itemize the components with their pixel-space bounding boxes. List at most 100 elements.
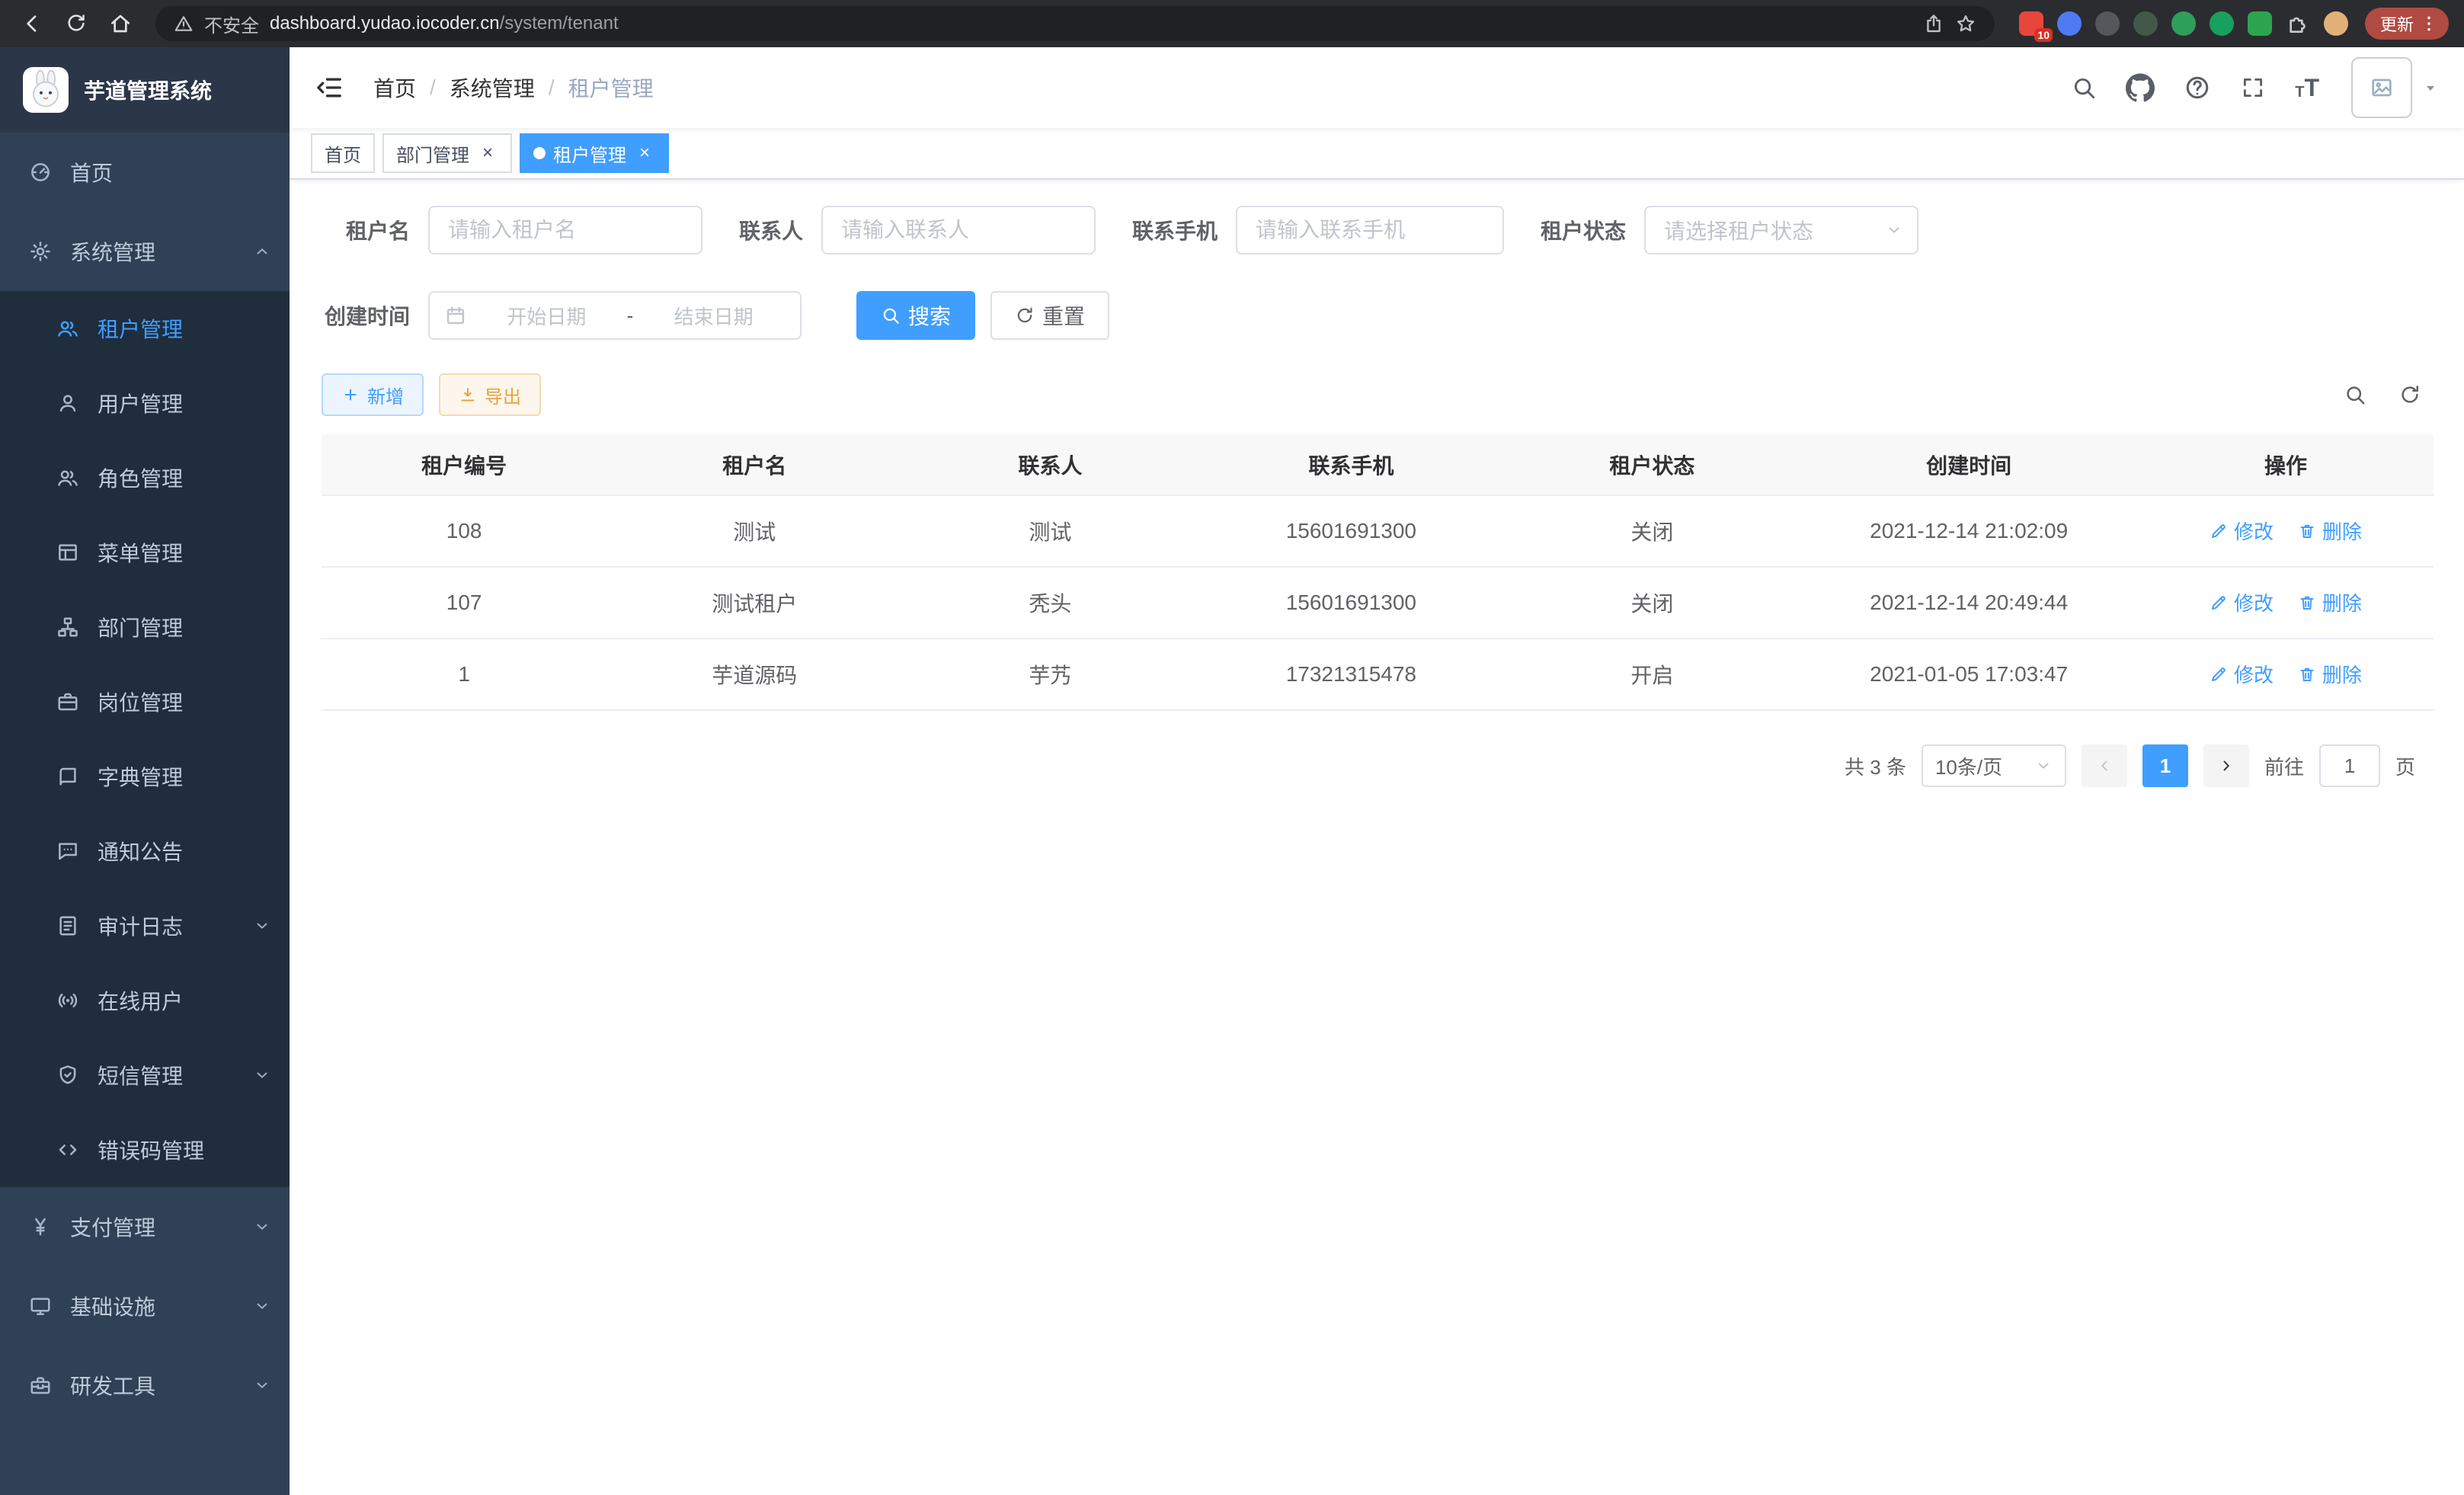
page-unit-label: 页 bbox=[2395, 752, 2415, 780]
github-icon[interactable] bbox=[2126, 73, 2155, 102]
logo-rabbit-image bbox=[23, 67, 69, 113]
next-page-button[interactable] bbox=[2203, 744, 2249, 787]
close-icon[interactable]: × bbox=[477, 142, 498, 164]
sidebar-item-departments[interactable]: 部门管理 bbox=[0, 590, 290, 664]
sidebar-item-system[interactable]: 系统管理 bbox=[0, 212, 290, 291]
delete-button[interactable]: 删除 bbox=[2298, 517, 2362, 545]
sidebar-item-roles[interactable]: 角色管理 bbox=[0, 440, 290, 515]
search-toggle-icon[interactable] bbox=[2344, 383, 2366, 406]
sidebar-item-payment[interactable]: 支付管理 bbox=[0, 1187, 290, 1266]
prev-page-button[interactable] bbox=[2082, 744, 2127, 787]
chevron-down-icon bbox=[253, 1297, 271, 1315]
sidebar-toggle-icon[interactable] bbox=[314, 72, 344, 103]
export-button[interactable]: 导出 bbox=[439, 373, 541, 416]
table-header-row: 租户编号 租户名 联系人 联系手机 租户状态 创建时间 操作 bbox=[322, 434, 2434, 495]
tab-label: 首页 bbox=[325, 140, 361, 167]
browser-home-button[interactable] bbox=[104, 7, 137, 40]
delete-button[interactable]: 删除 bbox=[2298, 588, 2362, 616]
reset-button[interactable]: 重置 bbox=[990, 291, 1109, 340]
browser-menu-icon[interactable] bbox=[2418, 13, 2440, 34]
date-range-picker[interactable]: 开始日期 - 结束日期 bbox=[428, 291, 802, 340]
browser-reload-button[interactable] bbox=[59, 7, 93, 40]
refresh-icon bbox=[1015, 306, 1035, 325]
gear-icon bbox=[29, 240, 52, 263]
edit-button[interactable]: 修改 bbox=[2210, 517, 2274, 545]
browser-update-button[interactable]: 更新 bbox=[2365, 8, 2449, 40]
filter-form-row-1: 租户名 联系人 联系手机 租户状态 请选择租户状态 bbox=[322, 206, 2434, 255]
refresh-table-icon[interactable] bbox=[2398, 383, 2421, 406]
edit-button[interactable]: 修改 bbox=[2210, 588, 2274, 616]
not-secure-warning-icon bbox=[174, 14, 194, 34]
sidebar-item-online-users[interactable]: 在线用户 bbox=[0, 963, 290, 1038]
edit-icon bbox=[2210, 594, 2228, 612]
sidebar-item-home[interactable]: 首页 bbox=[0, 133, 290, 212]
devtool-icon bbox=[29, 1374, 52, 1397]
user-menu[interactable] bbox=[2351, 57, 2440, 118]
dict-icon bbox=[56, 765, 79, 788]
dashboard-icon bbox=[29, 161, 52, 184]
tab-department[interactable]: 部门管理 × bbox=[382, 133, 512, 173]
fullscreen-icon[interactable] bbox=[2240, 75, 2266, 101]
sidebar-item-audit-log[interactable]: 审计日志 bbox=[0, 888, 290, 963]
phone-input[interactable] bbox=[1236, 206, 1504, 255]
contact-input[interactable] bbox=[821, 206, 1096, 255]
extension-icon-1[interactable]: 10 bbox=[2019, 11, 2043, 36]
extension-icon-5[interactable] bbox=[2171, 11, 2196, 36]
sidebar-item-menus[interactable]: 菜单管理 bbox=[0, 515, 290, 590]
goto-page-input[interactable] bbox=[2319, 744, 2380, 787]
errorcode-icon bbox=[56, 1138, 79, 1161]
sidebar-item-devtools[interactable]: 研发工具 bbox=[0, 1346, 290, 1425]
sidebar-item-tenant[interactable]: 租户管理 bbox=[0, 291, 290, 366]
sidebar-item-dict[interactable]: 字典管理 bbox=[0, 739, 290, 814]
search-icon[interactable] bbox=[2071, 75, 2097, 101]
page-size-select[interactable]: 10条/页 bbox=[1922, 744, 2066, 787]
tenant-name-input[interactable] bbox=[428, 206, 702, 255]
pay-icon bbox=[29, 1215, 52, 1238]
tab-label: 租户管理 bbox=[553, 140, 626, 167]
table-row: 108 测试 测试 15601691300 关闭 2021-12-14 21:0… bbox=[322, 495, 2434, 567]
breadcrumb-system[interactable]: 系统管理 bbox=[450, 72, 535, 103]
address-bar[interactable]: 不安全 dashboard.yudao.iocoder.cn/system/te… bbox=[155, 6, 1995, 41]
breadcrumb-home[interactable]: 首页 bbox=[373, 72, 416, 103]
caret-down-icon[interactable] bbox=[2421, 78, 2440, 97]
sidebar-item-users[interactable]: 用户管理 bbox=[0, 366, 290, 440]
browser-profile-avatar[interactable] bbox=[2324, 11, 2348, 36]
browser-back-button[interactable] bbox=[15, 7, 49, 40]
extension-icon-3[interactable] bbox=[2095, 11, 2120, 36]
tab-home[interactable]: 首页 bbox=[311, 133, 375, 173]
share-icon[interactable] bbox=[1923, 13, 1944, 34]
close-icon[interactable]: × bbox=[634, 142, 655, 164]
trash-icon bbox=[2298, 594, 2316, 612]
breadcrumb-separator: / bbox=[549, 75, 555, 100]
update-label: 更新 bbox=[2380, 11, 2414, 36]
chevron-down-icon bbox=[2034, 757, 2053, 775]
extension-icon-4[interactable] bbox=[2133, 11, 2158, 36]
sidebar-item-error-code[interactable]: 错误码管理 bbox=[0, 1112, 290, 1187]
search-button[interactable]: 搜索 bbox=[856, 291, 975, 340]
breadcrumb-separator: / bbox=[430, 75, 436, 100]
font-size-icon[interactable]: TT bbox=[2295, 75, 2319, 100]
extension-icon-6[interactable] bbox=[2210, 11, 2234, 36]
sidebar-item-infra[interactable]: 基础设施 bbox=[0, 1266, 290, 1346]
pagination-total: 共 3 条 bbox=[1845, 752, 1906, 780]
sidebar-item-posts[interactable]: 岗位管理 bbox=[0, 664, 290, 739]
sidebar: 芋道管理系统 首页 系统管理 租户管理 bbox=[0, 47, 290, 1495]
column-header-created: 创建时间 bbox=[1800, 434, 2138, 495]
sidebar-item-sms[interactable]: 短信管理 bbox=[0, 1038, 290, 1112]
plus-icon bbox=[341, 386, 360, 404]
tab-tenant[interactable]: 租户管理 × bbox=[520, 133, 669, 173]
extensions-puzzle-icon[interactable] bbox=[2286, 11, 2310, 36]
status-select[interactable]: 请选择租户状态 bbox=[1644, 206, 1918, 255]
extension-icon-7[interactable] bbox=[2248, 11, 2272, 36]
edit-button[interactable]: 修改 bbox=[2210, 660, 2274, 688]
extension-icon-2[interactable] bbox=[2057, 11, 2082, 36]
phone-label: 联系手机 bbox=[1132, 215, 1218, 245]
help-icon[interactable] bbox=[2184, 74, 2211, 101]
page-number-button[interactable]: 1 bbox=[2142, 744, 2188, 787]
bookmark-star-icon[interactable] bbox=[1955, 13, 1976, 34]
avatar[interactable] bbox=[2351, 57, 2412, 118]
delete-button[interactable]: 删除 bbox=[2298, 660, 2362, 688]
menu-table-icon bbox=[56, 541, 79, 564]
sidebar-item-notice[interactable]: 通知公告 bbox=[0, 814, 290, 888]
add-button[interactable]: 新增 bbox=[322, 373, 424, 416]
